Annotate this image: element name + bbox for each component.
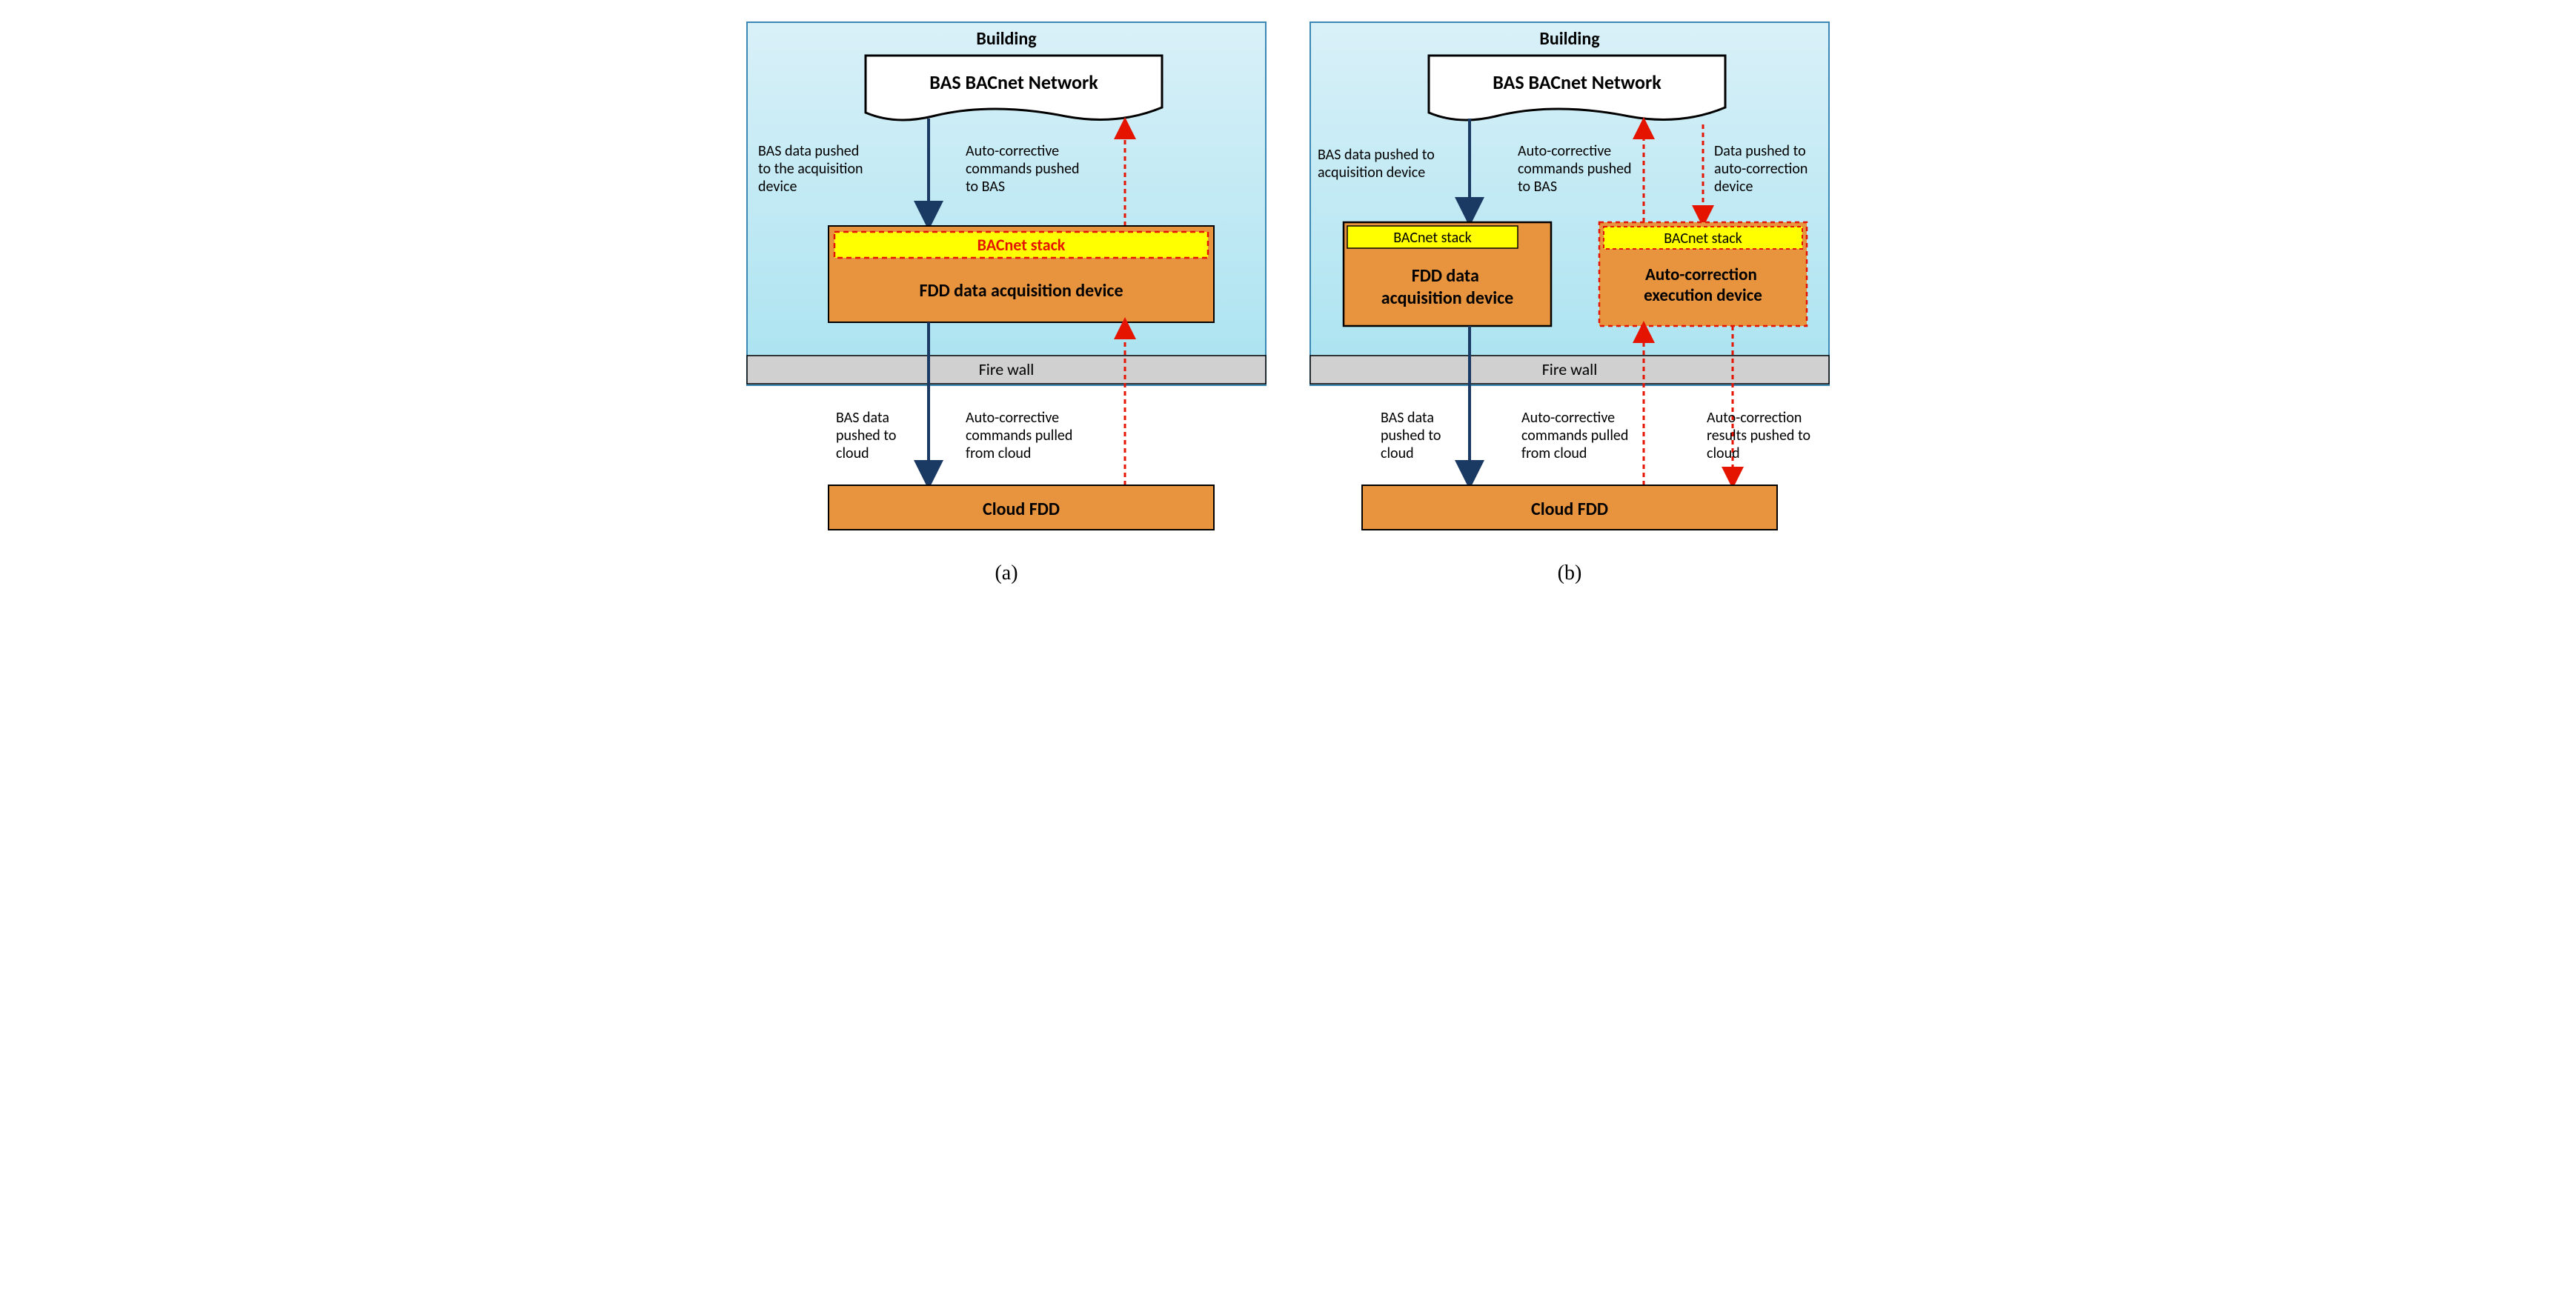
caption-b: (b) — [1303, 562, 1836, 585]
firewall-label: Fire wall — [979, 359, 1035, 379]
cloud-fdd-label: Cloud FDD — [983, 499, 1060, 520]
bas-network-label: BAS BACnet Network — [929, 70, 1098, 94]
txt-cmd-cloud: Auto-corrective commands pulled from clo… — [966, 409, 1076, 462]
panel-a: Building BAS BACnet Network BAS data pus… — [740, 15, 1273, 585]
building-title: Building — [976, 28, 1037, 50]
exec-device-label: Auto-correction execution device — [1644, 264, 1762, 306]
txt-res-cloud: Auto-correction results pushed to cloud — [1707, 409, 1814, 462]
txt-bas-cloud: BAS data pushed to cloud — [1381, 409, 1444, 462]
caption-a: (a) — [740, 562, 1273, 585]
txt-bas-cloud: BAS data pushed to cloud — [836, 409, 900, 462]
cloud-fdd-label: Cloud FDD — [1531, 499, 1608, 520]
building-title: Building — [1539, 28, 1600, 50]
bas-network-label: BAS BACnet Network — [1493, 70, 1662, 94]
panel-b: Building BAS BACnet Network BAS data pus… — [1303, 15, 1836, 585]
bacnet-stack-label: BACnet stack — [977, 235, 1066, 255]
bacnet-stack-left-label: BACnet stack — [1393, 229, 1472, 247]
firewall-label: Fire wall — [1542, 359, 1598, 379]
txt-cmd-cloud: Auto-corrective commands pulled from clo… — [1521, 409, 1632, 462]
txt-bas-acq: BAS data pushed to acquisition device — [1318, 146, 1438, 182]
fdd-device-label: FDD data acquisition device — [919, 280, 1123, 302]
bacnet-stack-right-label: BACnet stack — [1664, 230, 1742, 247]
